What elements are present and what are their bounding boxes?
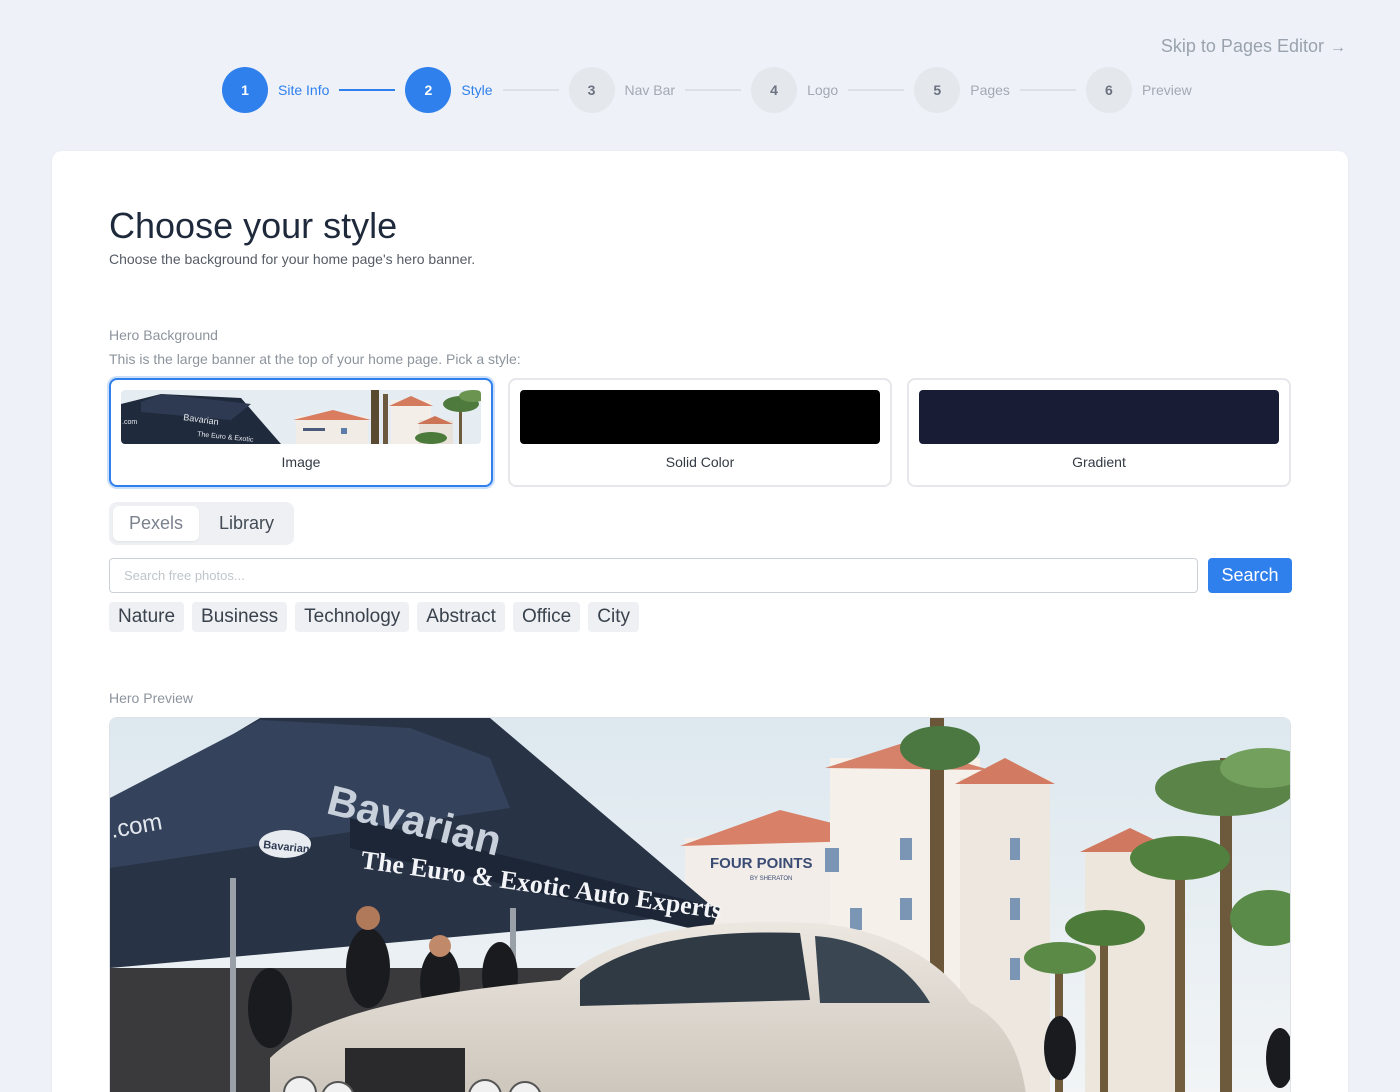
chip-nature[interactable]: Nature: [109, 602, 185, 632]
skip-label: Skip to Pages Editor: [1160, 36, 1324, 56]
step-connector: [848, 89, 905, 91]
step-style[interactable]: 2 Style: [405, 67, 493, 113]
chip-technology[interactable]: Technology: [295, 602, 410, 632]
solid-color-swatch: [520, 390, 880, 444]
photo-search-input[interactable]: [109, 558, 1198, 593]
option-label: Image: [281, 454, 321, 470]
step-site-info[interactable]: 1 Site Info: [222, 67, 329, 113]
chip-office[interactable]: Office: [512, 602, 581, 632]
wizard-stepper: 1 Site Info 2 Style 3 Nav Bar 4 Logo 5 P…: [222, 67, 1192, 113]
hero-preview-label: Hero Preview: [109, 690, 194, 706]
option-solid-color[interactable]: Solid Color: [508, 378, 892, 487]
step-label: Style: [461, 82, 493, 98]
svg-text:.com: .com: [122, 419, 137, 426]
hero-preview-image: FOUR POINTS BY SHERATON Bavarian The Eur…: [109, 717, 1291, 1092]
hero-background-label: Hero Background: [109, 327, 218, 343]
step-number: 2: [405, 67, 452, 113]
gradient-swatch: [919, 390, 1279, 444]
option-gradient[interactable]: Gradient: [907, 378, 1291, 487]
step-number: 1: [222, 67, 268, 113]
page-title: Choose your style: [109, 205, 398, 246]
step-label: Site Info: [278, 82, 330, 98]
step-connector: [339, 89, 396, 91]
search-suggestion-chips: Nature Business Technology Abstract Offi…: [109, 602, 639, 632]
arrow-right-icon: →: [1330, 39, 1346, 56]
chip-abstract[interactable]: Abstract: [417, 602, 505, 632]
image-thumbnail: Bavarian The Euro & Exotic .com: [121, 390, 481, 444]
photo-search-row: Search: [109, 558, 1292, 593]
step-label: Pages: [970, 82, 1010, 98]
step-connector: [1019, 89, 1076, 91]
hero-background-help: This is the large banner at the top of y…: [109, 351, 521, 367]
chip-city[interactable]: City: [588, 602, 639, 632]
hotel-sign-sub: BY SHERATON: [750, 876, 792, 882]
chip-business[interactable]: Business: [192, 602, 288, 632]
step-number: 4: [751, 67, 798, 113]
step-connector: [685, 89, 742, 91]
step-nav-bar[interactable]: 3 Nav Bar: [568, 67, 676, 113]
step-logo[interactable]: 4 Logo: [751, 67, 838, 113]
option-image[interactable]: Bavarian The Euro & Exotic .com Image: [109, 378, 493, 487]
page-subtitle: Choose the background for your home page…: [109, 251, 476, 267]
hotel-sign-text: FOUR POINTS: [710, 855, 813, 872]
image-source-tabs: Pexels Library: [109, 502, 295, 545]
step-number: 3: [568, 67, 615, 113]
step-label: Preview: [1141, 82, 1192, 98]
step-number: 6: [1085, 67, 1132, 113]
option-label: Solid Color: [665, 454, 735, 470]
step-label: Nav Bar: [624, 82, 676, 98]
step-pages[interactable]: 5 Pages: [914, 67, 1010, 113]
background-options: Bavarian The Euro & Exotic .com Image So…: [109, 378, 1291, 487]
search-button[interactable]: Search: [1208, 558, 1292, 593]
tab-pexels[interactable]: Pexels: [113, 506, 200, 541]
skip-to-pages-editor-link[interactable]: Skip to Pages Editor →: [1161, 36, 1346, 57]
option-label: Gradient: [1072, 454, 1126, 470]
step-number: 5: [914, 67, 961, 113]
step-label: Logo: [807, 82, 839, 98]
tab-library[interactable]: Library: [203, 506, 290, 541]
step-connector: [502, 89, 559, 91]
step-preview[interactable]: 6 Preview: [1085, 67, 1192, 113]
style-card: Choose your style Choose the background …: [52, 151, 1348, 1092]
